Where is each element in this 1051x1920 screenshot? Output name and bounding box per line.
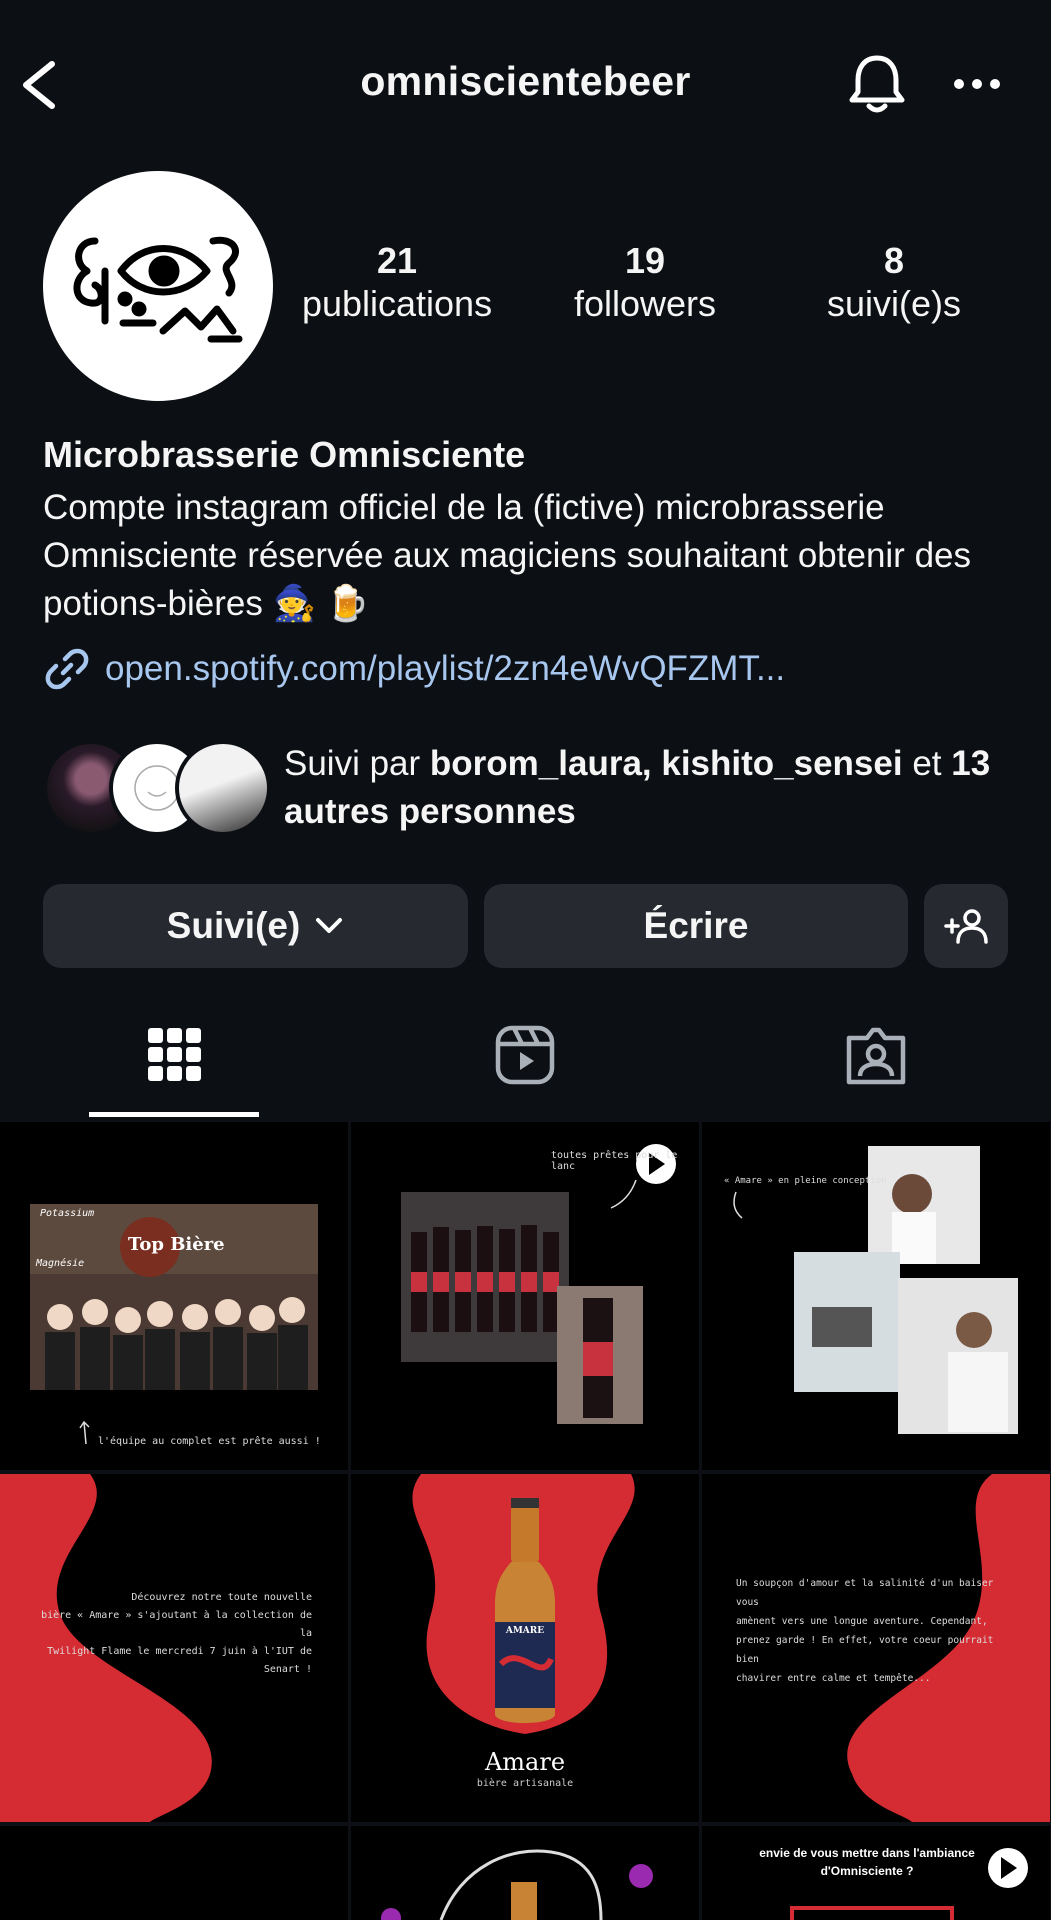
post-2-caption: toutes prêtes pour le lanc	[551, 1150, 678, 1172]
team-photo-image	[30, 1204, 318, 1445]
publications-count: 21	[376, 240, 418, 281]
post-5-bottle-label: AMARE	[505, 1626, 545, 1636]
reel-badge-icon	[790, 1848, 1028, 1920]
stat-following[interactable]: 8 suivi(e)s	[779, 240, 1009, 326]
following-label: suivi(e)s	[826, 283, 961, 324]
profile-avatar[interactable]	[43, 171, 273, 401]
chevron-down-icon	[316, 918, 343, 933]
followed-by-suffix: et	[902, 744, 952, 783]
message-label: Écrire	[643, 905, 749, 946]
mutual-followers-text[interactable]: Suivi par borom_laura, kishito_sensei et…	[284, 740, 1024, 836]
grid-divider-h2	[0, 1822, 1051, 1826]
active-tab-indicator	[89, 1112, 259, 1117]
add-user-button[interactable]	[924, 884, 1008, 968]
post-5-brand: Amare	[484, 1748, 566, 1776]
link-icon	[45, 648, 89, 690]
mutual-user-1[interactable]: borom_laura	[430, 744, 642, 783]
post-4-line-3: Twilight Flame le mercredi 7 juin à l'IU…	[47, 1646, 312, 1675]
post-1-tag-3: Top Bière	[128, 1234, 225, 1255]
post-9[interactable]: envie de vous mettre dans l'ambiance d'O…	[702, 1826, 1050, 1920]
post-2[interactable]: toutes prêtes pour le lanc	[351, 1122, 699, 1470]
mutual-user-2[interactable]: kishito_sensei	[661, 744, 902, 783]
stat-followers[interactable]: 19 followers	[530, 240, 760, 326]
followers-count: 19	[624, 240, 666, 281]
post-1-caption: l'équipe au complet est prête aussi !	[98, 1436, 321, 1447]
post-4[interactable]: Découvrez notre toute nouvelle bière « A…	[0, 1474, 348, 1822]
lab-photos-image	[733, 1146, 1018, 1434]
profile-bio: Compte instagram officiel de la (fictive…	[43, 488, 971, 623]
bottles-photo-image	[401, 1144, 676, 1424]
grid-divider-v2	[699, 1122, 702, 1920]
more-options-button[interactable]	[952, 72, 1002, 96]
grid-divider-v1	[348, 1122, 351, 1920]
publications-label: publications	[301, 283, 493, 324]
profile-name: Microbrasserie Omnisciente	[43, 434, 526, 475]
follower-avatar-3	[175, 740, 271, 836]
post-7[interactable]	[0, 1826, 348, 1920]
post-3-caption: « Amare » en pleine conception	[724, 1176, 887, 1186]
add-person-icon	[944, 909, 988, 944]
post-6-line-2: amènent vers une longue aventure. Cepend…	[736, 1616, 988, 1627]
post-5-subtitle: bière artisanale	[476, 1778, 574, 1789]
post-6-line-3: prenez garde ! En effet, votre coeur pou…	[736, 1635, 994, 1665]
post-5[interactable]: AMARE Amare bière artisanale	[351, 1474, 699, 1822]
post-1[interactable]: Potassium Magnésie Top Bière l'équipe au…	[0, 1122, 348, 1470]
more-icon	[954, 79, 1000, 89]
tab-reels[interactable]	[494, 1024, 556, 1086]
mutual-separator: ,	[641, 744, 662, 783]
grid-divider-h1	[0, 1470, 1051, 1474]
profile-link[interactable]: open.spotify.com/playlist/2zn4eWvQFZMT..…	[43, 645, 785, 693]
tab-posts-grid[interactable]	[144, 1024, 206, 1086]
post-6[interactable]: Un soupçon d'amour et la salinité d'un b…	[702, 1474, 1050, 1822]
tagged-icon	[846, 1027, 906, 1085]
followed-by-prefix: Suivi par	[284, 744, 430, 783]
reels-icon	[495, 1025, 555, 1085]
bottle-sketch-image	[381, 1849, 653, 1920]
post-1-tag-2: Magnésie	[36, 1258, 85, 1269]
post-1-tag-1: Potassium	[40, 1208, 95, 1219]
bell-icon	[849, 55, 905, 113]
following-count: 8	[883, 240, 905, 281]
followers-label: followers	[573, 283, 717, 324]
following-button[interactable]: Suivi(e)	[43, 884, 468, 968]
profile-link-text: open.spotify.com/playlist/2zn4eWvQFZMT..…	[105, 649, 786, 688]
following-label: Suivi(e)	[166, 905, 301, 946]
post-6-line-4: chavirer entre calme et tempête...	[736, 1673, 931, 1684]
post-3[interactable]: « Amare » en pleine conception	[702, 1122, 1050, 1470]
grid-icon	[148, 1028, 201, 1081]
message-button[interactable]: Écrire	[484, 884, 908, 968]
post-4-text: Découvrez notre toute nouvelle bière « A…	[40, 1589, 312, 1679]
post-6-line-1: Un soupçon d'amour et la salinité d'un b…	[736, 1578, 994, 1608]
post-4-line-1: Découvrez notre toute nouvelle	[131, 1592, 312, 1603]
post-4-line-2: bière « Amare » s'ajoutant à la collecti…	[41, 1610, 312, 1639]
tab-tagged[interactable]	[845, 1024, 907, 1086]
stat-publications[interactable]: 21 publications	[282, 240, 512, 326]
notifications-button[interactable]	[846, 52, 908, 116]
logo-image	[73, 236, 243, 343]
post-6-text: Un soupçon d'amour et la salinité d'un b…	[736, 1574, 996, 1688]
post-8[interactable]	[351, 1826, 699, 1920]
